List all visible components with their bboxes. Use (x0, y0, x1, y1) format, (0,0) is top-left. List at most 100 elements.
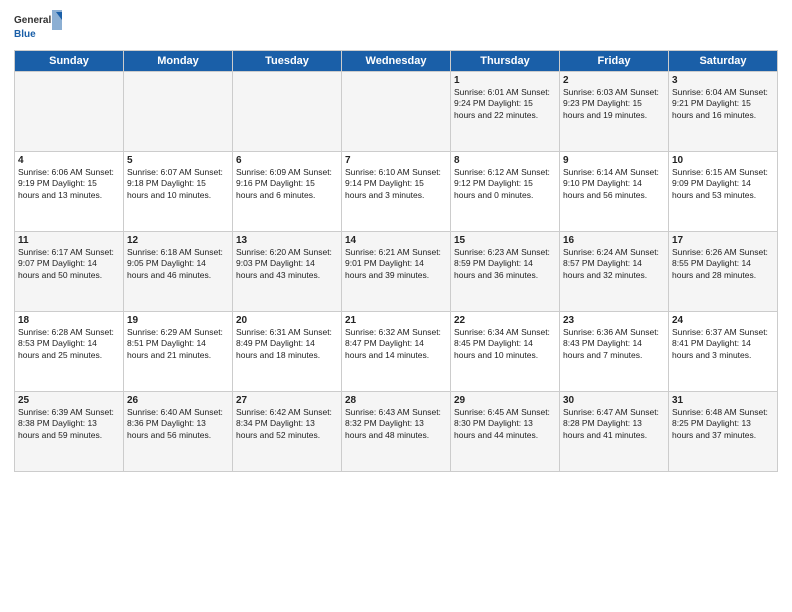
day-number: 25 (18, 395, 120, 406)
day-number: 24 (672, 315, 774, 326)
cell-content: Sunrise: 6:43 AM Sunset: 8:32 PM Dayligh… (345, 407, 447, 441)
day-number: 4 (18, 155, 120, 166)
calendar-cell: 19Sunrise: 6:29 AM Sunset: 8:51 PM Dayli… (124, 312, 233, 392)
cell-content: Sunrise: 6:03 AM Sunset: 9:23 PM Dayligh… (563, 87, 665, 121)
day-header: Monday (124, 51, 233, 72)
calendar-cell: 30Sunrise: 6:47 AM Sunset: 8:28 PM Dayli… (560, 392, 669, 472)
day-number: 21 (345, 315, 447, 326)
cell-content: Sunrise: 6:15 AM Sunset: 9:09 PM Dayligh… (672, 167, 774, 201)
cell-content: Sunrise: 6:12 AM Sunset: 9:12 PM Dayligh… (454, 167, 556, 201)
svg-text:General: General (14, 15, 51, 26)
day-number: 28 (345, 395, 447, 406)
calendar-cell: 7Sunrise: 6:10 AM Sunset: 9:14 PM Daylig… (342, 152, 451, 232)
calendar-cell: 4Sunrise: 6:06 AM Sunset: 9:19 PM Daylig… (15, 152, 124, 232)
calendar-table: SundayMondayTuesdayWednesdayThursdayFrid… (14, 50, 778, 472)
day-number: 10 (672, 155, 774, 166)
calendar-cell: 1Sunrise: 6:01 AM Sunset: 9:24 PM Daylig… (451, 72, 560, 152)
day-number: 3 (672, 75, 774, 86)
cell-content: Sunrise: 6:45 AM Sunset: 8:30 PM Dayligh… (454, 407, 556, 441)
calendar-cell: 27Sunrise: 6:42 AM Sunset: 8:34 PM Dayli… (233, 392, 342, 472)
day-number: 14 (345, 235, 447, 246)
calendar-cell: 31Sunrise: 6:48 AM Sunset: 8:25 PM Dayli… (669, 392, 778, 472)
day-number: 1 (454, 75, 556, 86)
day-header: Thursday (451, 51, 560, 72)
cell-content: Sunrise: 6:32 AM Sunset: 8:47 PM Dayligh… (345, 327, 447, 361)
calendar-cell: 10Sunrise: 6:15 AM Sunset: 9:09 PM Dayli… (669, 152, 778, 232)
day-number: 30 (563, 395, 665, 406)
day-number: 19 (127, 315, 229, 326)
cell-content: Sunrise: 6:37 AM Sunset: 8:41 PM Dayligh… (672, 327, 774, 361)
cell-content: Sunrise: 6:31 AM Sunset: 8:49 PM Dayligh… (236, 327, 338, 361)
day-number: 15 (454, 235, 556, 246)
calendar-cell: 22Sunrise: 6:34 AM Sunset: 8:45 PM Dayli… (451, 312, 560, 392)
day-number: 26 (127, 395, 229, 406)
day-number: 8 (454, 155, 556, 166)
calendar-cell: 2Sunrise: 6:03 AM Sunset: 9:23 PM Daylig… (560, 72, 669, 152)
day-number: 31 (672, 395, 774, 406)
cell-content: Sunrise: 6:06 AM Sunset: 9:19 PM Dayligh… (18, 167, 120, 201)
calendar-week: 1Sunrise: 6:01 AM Sunset: 9:24 PM Daylig… (15, 72, 778, 152)
cell-content: Sunrise: 6:40 AM Sunset: 8:36 PM Dayligh… (127, 407, 229, 441)
day-header: Friday (560, 51, 669, 72)
day-number: 20 (236, 315, 338, 326)
calendar-cell: 18Sunrise: 6:28 AM Sunset: 8:53 PM Dayli… (15, 312, 124, 392)
cell-content: Sunrise: 6:07 AM Sunset: 9:18 PM Dayligh… (127, 167, 229, 201)
cell-content: Sunrise: 6:26 AM Sunset: 8:55 PM Dayligh… (672, 247, 774, 281)
day-number: 9 (563, 155, 665, 166)
calendar-cell: 26Sunrise: 6:40 AM Sunset: 8:36 PM Dayli… (124, 392, 233, 472)
calendar-cell (15, 72, 124, 152)
day-number: 29 (454, 395, 556, 406)
cell-content: Sunrise: 6:20 AM Sunset: 9:03 PM Dayligh… (236, 247, 338, 281)
day-number: 2 (563, 75, 665, 86)
cell-content: Sunrise: 6:24 AM Sunset: 8:57 PM Dayligh… (563, 247, 665, 281)
calendar-cell: 25Sunrise: 6:39 AM Sunset: 8:38 PM Dayli… (15, 392, 124, 472)
day-number: 7 (345, 155, 447, 166)
day-number: 6 (236, 155, 338, 166)
day-header: Tuesday (233, 51, 342, 72)
logo: General Blue (14, 10, 64, 44)
calendar-cell: 12Sunrise: 6:18 AM Sunset: 9:05 PM Dayli… (124, 232, 233, 312)
day-number: 17 (672, 235, 774, 246)
cell-content: Sunrise: 6:21 AM Sunset: 9:01 PM Dayligh… (345, 247, 447, 281)
calendar-cell: 8Sunrise: 6:12 AM Sunset: 9:12 PM Daylig… (451, 152, 560, 232)
cell-content: Sunrise: 6:47 AM Sunset: 8:28 PM Dayligh… (563, 407, 665, 441)
calendar-cell (342, 72, 451, 152)
page: General Blue SundayMondayTuesdayWednesda… (0, 0, 792, 612)
calendar-cell: 15Sunrise: 6:23 AM Sunset: 8:59 PM Dayli… (451, 232, 560, 312)
cell-content: Sunrise: 6:01 AM Sunset: 9:24 PM Dayligh… (454, 87, 556, 121)
calendar-cell: 28Sunrise: 6:43 AM Sunset: 8:32 PM Dayli… (342, 392, 451, 472)
calendar-week: 11Sunrise: 6:17 AM Sunset: 9:07 PM Dayli… (15, 232, 778, 312)
day-number: 22 (454, 315, 556, 326)
day-header: Sunday (15, 51, 124, 72)
cell-content: Sunrise: 6:23 AM Sunset: 8:59 PM Dayligh… (454, 247, 556, 281)
calendar-cell: 17Sunrise: 6:26 AM Sunset: 8:55 PM Dayli… (669, 232, 778, 312)
calendar-cell: 29Sunrise: 6:45 AM Sunset: 8:30 PM Dayli… (451, 392, 560, 472)
calendar-cell (124, 72, 233, 152)
calendar-week: 4Sunrise: 6:06 AM Sunset: 9:19 PM Daylig… (15, 152, 778, 232)
cell-content: Sunrise: 6:14 AM Sunset: 9:10 PM Dayligh… (563, 167, 665, 201)
calendar-cell (233, 72, 342, 152)
day-number: 12 (127, 235, 229, 246)
cell-content: Sunrise: 6:18 AM Sunset: 9:05 PM Dayligh… (127, 247, 229, 281)
calendar-cell: 24Sunrise: 6:37 AM Sunset: 8:41 PM Dayli… (669, 312, 778, 392)
header: General Blue (14, 10, 778, 44)
cell-content: Sunrise: 6:09 AM Sunset: 9:16 PM Dayligh… (236, 167, 338, 201)
cell-content: Sunrise: 6:39 AM Sunset: 8:38 PM Dayligh… (18, 407, 120, 441)
calendar-cell: 9Sunrise: 6:14 AM Sunset: 9:10 PM Daylig… (560, 152, 669, 232)
cell-content: Sunrise: 6:29 AM Sunset: 8:51 PM Dayligh… (127, 327, 229, 361)
cell-content: Sunrise: 6:17 AM Sunset: 9:07 PM Dayligh… (18, 247, 120, 281)
day-number: 13 (236, 235, 338, 246)
calendar-cell: 23Sunrise: 6:36 AM Sunset: 8:43 PM Dayli… (560, 312, 669, 392)
day-number: 5 (127, 155, 229, 166)
calendar-cell: 5Sunrise: 6:07 AM Sunset: 9:18 PM Daylig… (124, 152, 233, 232)
cell-content: Sunrise: 6:10 AM Sunset: 9:14 PM Dayligh… (345, 167, 447, 201)
cell-content: Sunrise: 6:48 AM Sunset: 8:25 PM Dayligh… (672, 407, 774, 441)
day-header: Wednesday (342, 51, 451, 72)
day-number: 18 (18, 315, 120, 326)
calendar-week: 25Sunrise: 6:39 AM Sunset: 8:38 PM Dayli… (15, 392, 778, 472)
svg-text:Blue: Blue (14, 29, 36, 40)
calendar-cell: 3Sunrise: 6:04 AM Sunset: 9:21 PM Daylig… (669, 72, 778, 152)
calendar-cell: 20Sunrise: 6:31 AM Sunset: 8:49 PM Dayli… (233, 312, 342, 392)
calendar-cell: 14Sunrise: 6:21 AM Sunset: 9:01 PM Dayli… (342, 232, 451, 312)
cell-content: Sunrise: 6:36 AM Sunset: 8:43 PM Dayligh… (563, 327, 665, 361)
